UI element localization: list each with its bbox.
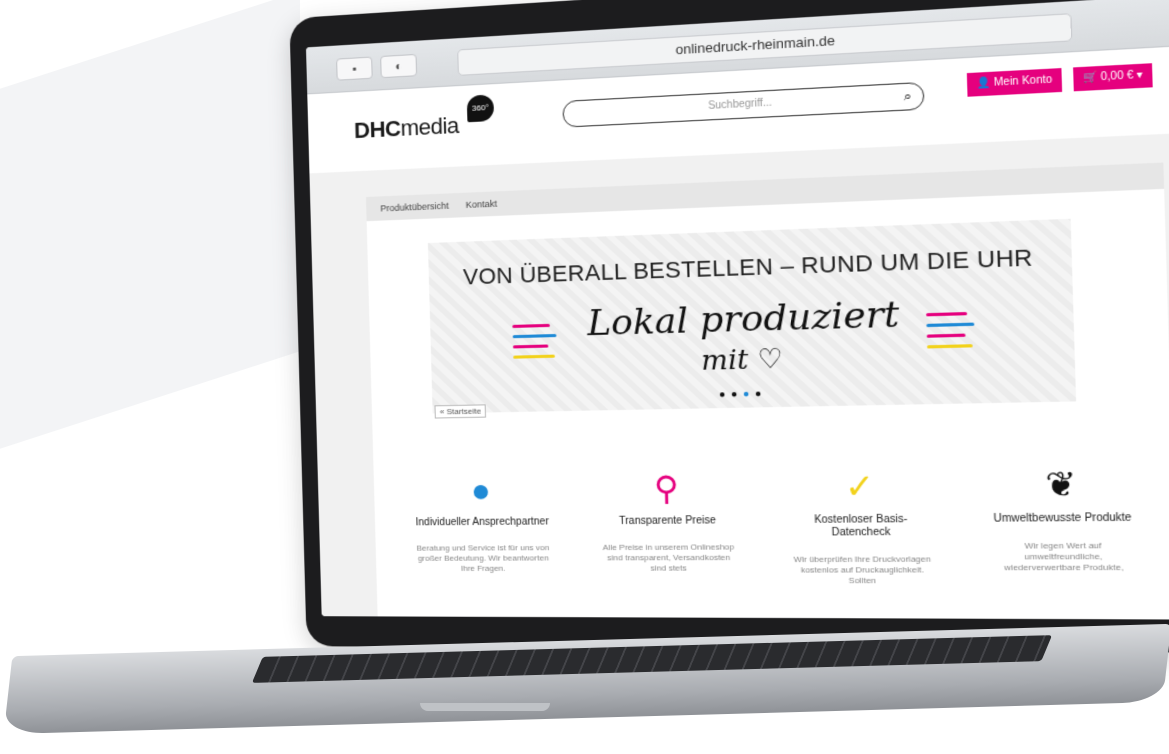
background-shape [0, 0, 300, 449]
feature-list: ● Individueller Ansprechpartner Beratung… [414, 462, 1141, 587]
cart-icon: 🛒 [1082, 71, 1098, 85]
feature-text: Beratung und Service ist für uns von gro… [416, 543, 550, 573]
leaf-icon: ❦ [1044, 464, 1078, 504]
feature-text: Wir überprüfen Ihre Druckvorlagen kosten… [793, 554, 931, 586]
feature-title: Umweltbewusste Produkte [993, 512, 1132, 525]
magnifier-icon: ⚲ [653, 469, 680, 508]
feature-text: Alle Preise in unserem Onlineshop sind t… [602, 542, 735, 573]
laptop-notch [420, 703, 550, 711]
logo-light-text: media [400, 112, 460, 141]
sidebar-toggle-button[interactable]: ▪ [336, 56, 373, 81]
decorative-lines-right [926, 304, 978, 356]
account-label: Mein Konto [993, 73, 1053, 89]
nav-item-products[interactable]: Produktübersicht [380, 201, 449, 214]
laptop-lid: ▪ ◐ onlinedruck-rheinmain.de ↻ DHCmedia … [289, 0, 1169, 654]
search-placeholder: Suchbegriff... [707, 97, 773, 113]
cart-total: 0,00 € ▾ [1100, 69, 1143, 84]
search-input[interactable]: Suchbegriff... ⌕ [562, 81, 925, 128]
nav-item-contact[interactable]: Kontakt [466, 199, 498, 211]
feature-title: Transparente Preise [618, 515, 717, 528]
feature-item: ⚲ Transparente Preise Alle Preise in uns… [597, 467, 740, 587]
feature-item: ✓ Kostenloser Basis-Datencheck Wir überp… [787, 464, 936, 586]
hero-banner: VON ÜBERALL BESTELLEN – RUND UM DIE UHR … [427, 218, 1077, 414]
search-icon[interactable]: ⌕ [903, 84, 912, 110]
site-logo[interactable]: DHCmedia [354, 113, 460, 145]
banner-title: VON ÜBERALL BESTELLEN – RUND UM DIE UHR [462, 244, 1034, 290]
privacy-button[interactable]: ◐ [380, 53, 418, 79]
account-button[interactable]: 👤 Mein Konto [966, 68, 1062, 97]
cart-button[interactable]: 🛒 0,00 € ▾ [1073, 63, 1153, 92]
back-to-home-link[interactable]: « Startseite [434, 404, 487, 419]
chat-bubble-icon: ● [470, 471, 492, 509]
decorative-dots: ●●●● [718, 388, 768, 401]
main-content: Produktübersicht Kontakt VON ÜBERALL BES… [365, 162, 1169, 620]
feature-text: Wir legen Wert auf umweltfreundliche, wi… [1004, 540, 1124, 573]
laptop-screen: ▪ ◐ onlinedruck-rheinmain.de ↻ DHCmedia … [305, 0, 1169, 620]
feature-item: ❦ Umweltbewusste Produkte Wir legen Wert… [985, 462, 1140, 587]
logo-bold-text: DHC [353, 115, 401, 144]
feature-title: Kostenloser Basis-Datencheck [814, 513, 908, 539]
feature-title: Individueller Ansprechpartner [415, 516, 550, 529]
checkmark-icon: ✓ [844, 467, 876, 506]
user-icon: 👤 [976, 77, 991, 90]
feature-item: ● Individueller Ansprechpartner Beratung… [414, 469, 551, 586]
logo-badge: 360° [466, 94, 495, 123]
